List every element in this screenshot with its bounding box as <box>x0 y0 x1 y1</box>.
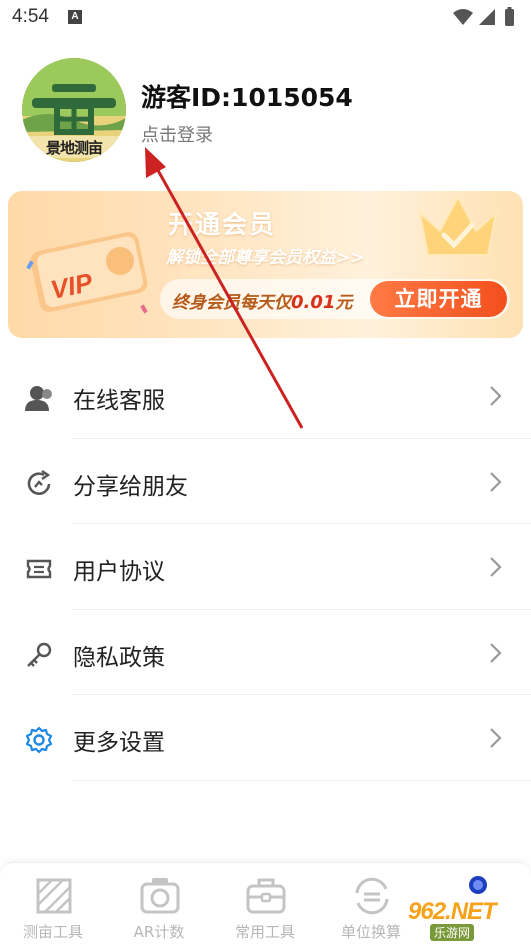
status-bar: 4:54 A <box>0 0 531 36</box>
vip-subtitle[interactable]: 解锁全部尊享会员权益>> <box>166 243 365 268</box>
menu-list: 在线客服 分享给朋友 用户协议 隐私政策 更多设置 <box>0 353 531 781</box>
nav-tab-ar-count[interactable]: AR计数 <box>109 863 209 944</box>
notification-icon: A <box>68 10 82 24</box>
nav-label: 常用工具 <box>234 923 295 941</box>
avatar[interactable]: 景地测亩 <box>22 58 126 162</box>
convert-icon <box>355 877 389 915</box>
vip-price-amount: 0.01 <box>291 292 336 313</box>
menu-item-label: 在线客服 <box>73 388 165 414</box>
vip-price: 终身会员每天仅0.01元 <box>172 288 352 313</box>
wifi-icon <box>453 9 473 25</box>
toolbox-icon <box>246 878 286 914</box>
menu-item-share[interactable]: 分享给朋友 <box>0 439 531 524</box>
nav-tab-measure[interactable]: 测亩工具 <box>3 863 103 944</box>
menu-item-more-settings[interactable]: 更多设置 <box>0 695 531 781</box>
vip-card-icon: VIP <box>26 232 148 314</box>
watermark-text: 962.NET <box>408 898 497 925</box>
status-time: 4:54 <box>12 6 49 27</box>
battery-icon <box>505 9 514 26</box>
watermark-logo: 962.NET 乐游网 <box>396 896 531 944</box>
user-id[interactable]: 游客ID:1015054 <box>141 78 353 114</box>
nav-label: 测亩工具 <box>22 923 83 941</box>
nav-tab-tools[interactable]: 常用工具 <box>215 863 315 944</box>
avatar-label: 景地测亩 <box>45 139 103 157</box>
vip-title: 开通会员 <box>168 210 277 239</box>
chevron-right-icon <box>490 386 502 406</box>
chevron-right-icon <box>490 642 502 663</box>
vip-price-suffix: 元 <box>335 293 353 313</box>
key-icon <box>27 642 52 667</box>
agreement-icon <box>26 559 52 579</box>
measure-icon <box>36 878 72 914</box>
menu-item-label: 分享给朋友 <box>73 473 188 500</box>
chevron-right-icon <box>490 728 502 748</box>
share-icon <box>27 469 51 495</box>
menu-item-label: 用户协议 <box>73 559 165 585</box>
signal-icon <box>479 9 495 25</box>
vip-open-button[interactable]: 立即开通 <box>370 281 507 317</box>
vip-banner[interactable]: VIP 开通会员 解锁全部尊享会员权益>> 终身会员每天仅0.01元 立即开通 <box>8 191 523 338</box>
login-link[interactable]: 点击登录 <box>141 121 213 147</box>
customer-service-icon <box>25 386 52 411</box>
settings-icon <box>25 726 53 754</box>
status-icons <box>453 7 514 26</box>
nav-label: AR计数 <box>133 923 185 941</box>
vip-price-prefix: 终身会员每天仅 <box>172 293 291 313</box>
divider <box>73 779 531 781</box>
crown-icon <box>418 194 498 256</box>
watermark-subtext: 乐游网 <box>430 924 475 941</box>
chevron-right-icon <box>490 471 502 492</box>
vip-price-row: 终身会员每天仅0.01元 立即开通 <box>160 279 510 319</box>
menu-item-label: 隐私政策 <box>73 644 165 671</box>
menu-item-privacy-policy[interactable]: 隐私政策 <box>0 610 531 695</box>
menu-item-customer-service[interactable]: 在线客服 <box>0 353 531 439</box>
camera-icon <box>140 878 180 914</box>
chevron-right-icon <box>490 557 502 577</box>
menu-item-label: 更多设置 <box>73 730 165 756</box>
menu-item-user-agreement[interactable]: 用户协议 <box>0 524 531 610</box>
